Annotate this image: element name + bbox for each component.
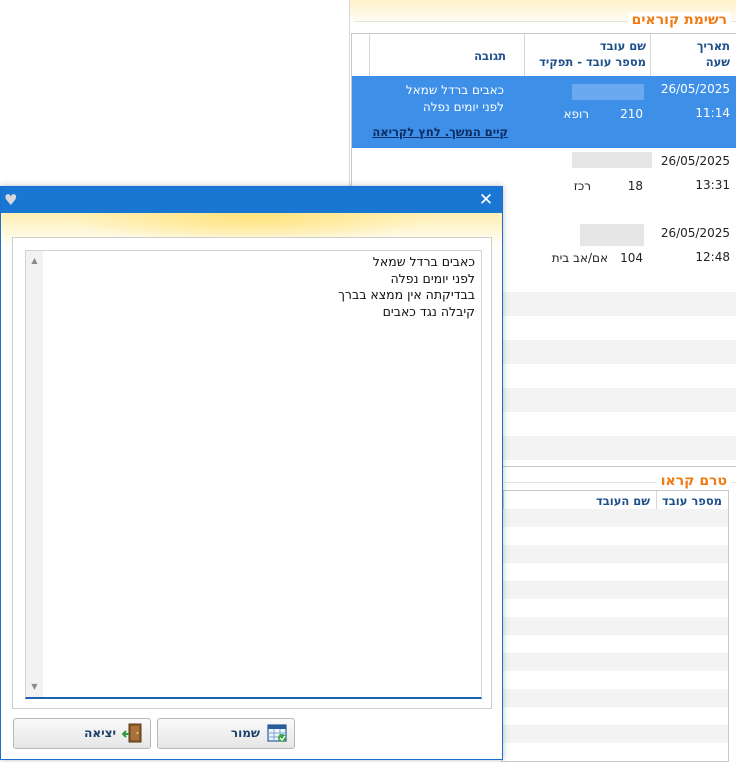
heart-icon: ♥: [4, 191, 18, 209]
column-header-response[interactable]: תגובה: [474, 48, 506, 64]
empty-row: [502, 689, 728, 707]
empty-row: [502, 653, 728, 671]
vertical-scrollbar[interactable]: ▲ ▼: [26, 251, 43, 697]
row-time: 11:14: [695, 106, 730, 120]
column-header-employee-name[interactable]: שם העובד: [596, 494, 650, 508]
column-separator: [369, 34, 370, 76]
response-textarea[interactable]: ▲ ▼ כאבים ברדל שמאל לפני יומים נפלה בבדי…: [25, 250, 482, 699]
row-employee-number: 104: [620, 251, 643, 265]
column-separator: [524, 34, 525, 76]
row-date: 26/05/2025: [660, 82, 730, 96]
column-separator: [650, 34, 651, 76]
save-button[interactable]: שמור: [157, 718, 295, 749]
row-date: 26/05/2025: [660, 226, 730, 240]
row-role: רכז: [573, 179, 591, 193]
exit-label: יציאה: [84, 726, 116, 740]
column-header-employee[interactable]: שם עובד מספר עובד - תפקיד: [539, 38, 646, 70]
exit-button[interactable]: יציאה: [13, 718, 151, 749]
exit-door-icon: [122, 723, 142, 743]
read-more-link[interactable]: קיים המשך. לחץ לקריאה: [372, 125, 508, 139]
table-row[interactable]: 26/05/2025 11:14 210 רופא כאבים ברדל שמא…: [352, 76, 736, 148]
row-employee-number: 210: [620, 107, 643, 121]
unread-table: מספר עובד שם העובד: [501, 490, 729, 762]
row-date: 26/05/2025: [660, 154, 730, 168]
employee-name-redacted: [572, 84, 644, 100]
readers-table-header: תאריך שעה שם עובד מספר עובד - תפקיד תגוב…: [352, 34, 736, 77]
close-icon[interactable]: ✕: [476, 190, 496, 210]
column-header-employee-number[interactable]: מספר עובד: [662, 494, 722, 508]
row-response: כאבים ברדל שמאל לפני יומים נפלה: [405, 83, 504, 114]
empty-row: [502, 545, 728, 563]
empty-row: [502, 725, 728, 743]
response-text: כאבים ברדל שמאל לפני יומים נפלה בבדיקתה …: [338, 254, 475, 319]
row-role: אם/אב בית: [551, 251, 608, 265]
scroll-down-icon[interactable]: ▼: [26, 679, 43, 695]
column-separator: [656, 491, 657, 509]
dialog-titlebar[interactable]: ♥ ✕: [1, 187, 502, 213]
scroll-up-icon[interactable]: ▲: [26, 253, 43, 269]
response-dialog: ♥ ✕ ▲ ▼ כאבים ברדל שמאל לפני יומים נפלה …: [0, 186, 503, 760]
save-grid-icon: [267, 724, 287, 742]
column-header-date[interactable]: תאריך שעה: [697, 38, 730, 70]
empty-row: [502, 581, 728, 599]
employee-name-redacted: [580, 224, 644, 246]
save-label: שמור: [230, 726, 260, 740]
row-time: 12:48: [695, 250, 730, 264]
row-role: רופא: [563, 107, 589, 121]
row-time: 13:31: [695, 178, 730, 192]
unread-section-title: טרם קראו: [656, 473, 731, 489]
readers-section-title: רשימת קוראים: [627, 12, 731, 28]
row-employee-number: 18: [627, 179, 643, 193]
empty-row: [502, 617, 728, 635]
column-separator: [503, 491, 504, 509]
empty-row: [502, 509, 728, 527]
employee-name-redacted: [572, 152, 652, 168]
